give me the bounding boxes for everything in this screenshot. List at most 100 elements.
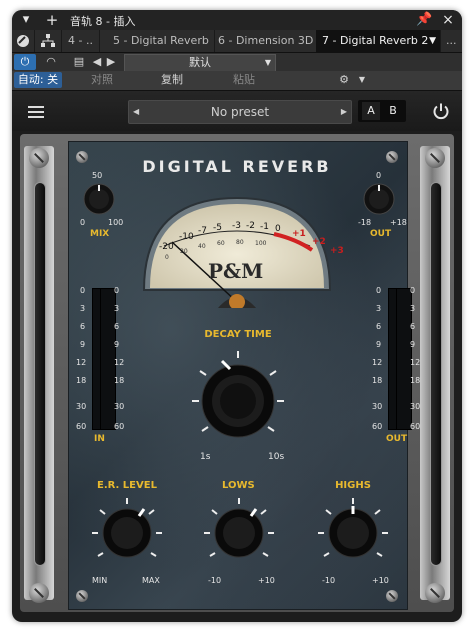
out-scale-12: 12 (372, 358, 383, 367)
vu-tick-0: 0 (275, 224, 281, 234)
automation-icon[interactable]: ◠ (40, 54, 62, 70)
power-icon[interactable]: ⏻ (14, 54, 36, 70)
er-level-max: MAX (142, 576, 160, 585)
toolbar-bottom: 自动: 关 对照 复制 粘贴 ⚙ ▼ (12, 71, 462, 91)
preset-prev-icon[interactable]: ◀ (133, 101, 139, 123)
gear-icon[interactable]: ⚙ (336, 72, 352, 88)
vu-tick-plus2: +2 (312, 237, 326, 247)
more-tabs-icon[interactable]: ... (440, 30, 462, 52)
decay-max-label: 10s (268, 452, 285, 462)
in-scale-3: 3 (80, 304, 86, 313)
decay-time-label: DECAY TIME (204, 329, 272, 340)
toolbar-top: ⏻ ◠ ▤ ◀ ▶ 默认 ▼ (12, 53, 462, 72)
decay-time-knob[interactable] (184, 345, 292, 453)
down-arrow-icon[interactable]: ▾ (18, 12, 34, 28)
title-bar: ▾ + 音轨 8 - 插入 📌 × (12, 10, 462, 30)
highs-min: -10 (322, 576, 336, 585)
in-scale-r-6: 6 (114, 322, 120, 331)
out-scale-r-9: 9 (410, 340, 416, 349)
prev-preset-icon[interactable]: ◀ (90, 54, 104, 70)
vu-tick-minus5: -5 (213, 223, 222, 233)
in-scale-r-3: 3 (114, 304, 120, 313)
mix-scale-max: 100 (108, 218, 124, 227)
tab-5-digital-reverb[interactable]: 5 - Digital Reverb (107, 30, 215, 52)
chevron-down-icon: ▼ (264, 58, 271, 67)
in-meter-label: IN (94, 434, 105, 444)
out-scale-min: -18 (358, 218, 372, 227)
tab-6-dimension-3d[interactable]: 6 - Dimension 3D (212, 30, 319, 52)
copy-button[interactable]: 复制 (152, 72, 192, 88)
mix-knob[interactable] (82, 182, 116, 216)
document-icon[interactable]: ▤ (72, 54, 86, 70)
compare-button[interactable]: 对照 (82, 72, 122, 88)
out-scale-r-18: 18 (410, 376, 421, 385)
paste-button[interactable]: 粘贴 (224, 72, 264, 88)
er-level-knob[interactable] (88, 494, 166, 572)
in-scale-18: 18 (76, 376, 87, 385)
in-scale-0: 0 (80, 286, 86, 295)
gear-dropdown-icon[interactable]: ▼ (356, 72, 368, 88)
plugin-power-icon[interactable] (432, 102, 450, 120)
tab-dropdown-icon[interactable]: ▼ (429, 30, 436, 52)
vu-tick-minus3: -3 (232, 221, 241, 231)
tab-4[interactable]: 4 - .. (62, 30, 100, 52)
screw-icon (386, 590, 398, 602)
plugin-title: DIGITAL REVERB (142, 157, 332, 176)
out-knob[interactable] (362, 182, 396, 216)
pin-icon[interactable]: 📌 (416, 12, 432, 28)
lows-min: -10 (208, 576, 222, 585)
preset-dropdown[interactable]: 默认 ▼ (124, 54, 276, 72)
vu-bottom-100: 100 (255, 240, 267, 247)
brand-logo: P&M (208, 259, 264, 283)
er-level-min: MIN (92, 576, 108, 585)
preset-selector[interactable]: ◀ No preset ▶ (128, 100, 352, 124)
tab-7-label: 7 - Digital Reverb 2 (322, 34, 429, 47)
vu-bottom-0: 0 (165, 254, 169, 261)
in-scale-r-30: 30 (114, 402, 125, 411)
mix-scale-min: 0 (80, 218, 86, 227)
out-scale-r-6: 6 (410, 322, 416, 331)
out-knob-label: OUT (370, 229, 392, 239)
in-scale-12: 12 (76, 358, 87, 367)
window-title: 音轨 8 - 插入 (70, 15, 136, 28)
plugin-tabs: 4 - .. 5 - Digital Reverb 6 - Dimension … (12, 30, 462, 53)
screw-icon (29, 148, 49, 168)
vu-bottom-20: 20 (180, 248, 188, 255)
screw-icon (29, 583, 49, 603)
vu-bottom-80: 80 (236, 239, 244, 246)
out-scale-r-0: 0 (410, 286, 416, 295)
in-scale-60: 60 (76, 422, 87, 431)
add-icon[interactable]: + (44, 12, 60, 28)
plugin-window: ▾ + 音轨 8 - 插入 📌 × 4 - .. 5 - Digital Rev… (12, 10, 462, 622)
tab-7-digital-reverb-2[interactable]: 7 - Digital Reverb 2 ▼ (316, 30, 441, 52)
vu-tick-minus10: -10 (179, 232, 194, 242)
in-scale-9: 9 (80, 340, 86, 349)
vu-tick-plus3: +3 (330, 246, 344, 256)
out-scale-6: 6 (376, 322, 382, 331)
out-scale-mid: 0 (376, 171, 382, 180)
highs-label: HIGHS (335, 480, 371, 491)
next-preset-icon[interactable]: ▶ (104, 54, 118, 70)
a-button[interactable]: A (362, 102, 380, 120)
routing-icon[interactable] (35, 30, 62, 52)
auto-off-button[interactable]: 自动: 关 (14, 72, 62, 88)
close-icon[interactable]: × (440, 12, 456, 28)
left-rail-slot (34, 182, 46, 566)
menu-icon[interactable] (28, 104, 44, 118)
highs-knob[interactable] (314, 494, 392, 572)
b-button[interactable]: B (384, 102, 402, 120)
out-scale-r-30: 30 (410, 402, 421, 411)
mix-label: MIX (90, 229, 110, 239)
vu-bottom-40: 40 (198, 243, 206, 250)
decay-min-label: 1s (200, 452, 211, 462)
preset-dropdown-value: 默认 (189, 56, 211, 69)
vu-tick-plus1: +1 (292, 229, 306, 239)
in-scale-r-18: 18 (114, 376, 125, 385)
preset-next-icon[interactable]: ▶ (341, 101, 347, 123)
out-scale-9: 9 (376, 340, 382, 349)
in-scale-r-0: 0 (114, 286, 120, 295)
vu-tick-minus2: -2 (246, 221, 255, 231)
out-scale-30: 30 (372, 402, 383, 411)
lows-knob[interactable] (200, 494, 278, 572)
power-chain-icon[interactable] (12, 30, 35, 52)
